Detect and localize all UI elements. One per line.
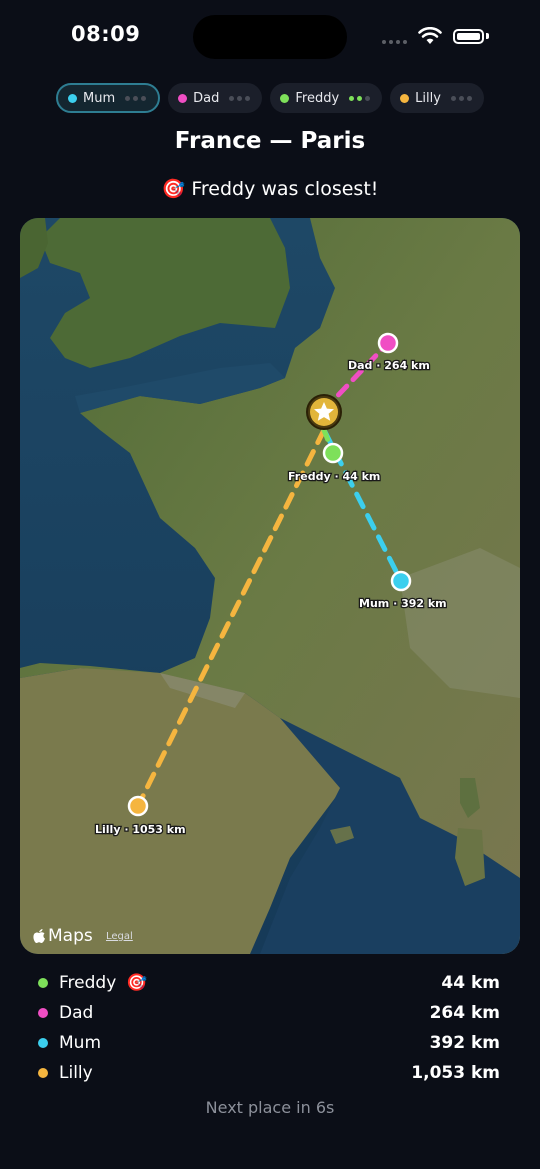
- score-name-cell: Lilly: [59, 1063, 411, 1083]
- player-chip-mum[interactable]: Mum: [56, 83, 161, 113]
- guess-pips: [125, 95, 147, 101]
- battery-tip: [486, 33, 489, 39]
- player-chip-label: Dad: [193, 90, 220, 106]
- freddy-color-dot: [280, 93, 290, 103]
- score-name-cell: Freddy 🎯: [59, 973, 441, 993]
- mum-color-dot: [68, 93, 77, 103]
- score-name: Lilly: [59, 1063, 93, 1083]
- score-row-lilly: Lilly 1,053 km: [38, 1058, 500, 1088]
- round-title: France — Paris: [174, 128, 366, 154]
- guess-pips: [450, 95, 472, 101]
- cellular-signal-icon: [382, 40, 407, 44]
- mum-distance-label: Mum · 392 km: [359, 597, 447, 610]
- battery-icon: [453, 29, 484, 44]
- score-row-mum: Mum 392 km: [38, 1028, 500, 1058]
- score-name: Mum: [59, 1033, 102, 1053]
- lilly-guess-marker[interactable]: [127, 795, 149, 817]
- score-distance: 44 km: [441, 973, 500, 993]
- status-time: 08:09: [71, 22, 141, 46]
- wifi-icon: [418, 27, 442, 44]
- apple-logo-icon: [33, 929, 45, 943]
- target-emoji-icon: 🎯: [126, 973, 148, 993]
- guess-pips: [229, 95, 251, 101]
- dad-guess-marker[interactable]: [377, 332, 399, 354]
- guess-pips: [349, 95, 371, 101]
- freddy-guess-marker[interactable]: [322, 442, 344, 464]
- score-name: Dad: [59, 1003, 94, 1023]
- dad-color-dot: [38, 1008, 48, 1018]
- score-distance: 1,053 km: [411, 1063, 500, 1083]
- next-round-countdown: Next place in 6s: [205, 1098, 335, 1117]
- lilly-distance-label: Lilly · 1053 km: [95, 823, 186, 836]
- maps-brand-text: Maps: [48, 926, 93, 946]
- player-chip-label: Freddy: [295, 90, 340, 106]
- player-chip-freddy[interactable]: Freddy: [270, 83, 383, 113]
- lilly-color-dot: [38, 1068, 48, 1078]
- score-name: Freddy: [59, 973, 117, 993]
- mum-guess-marker[interactable]: [390, 570, 412, 592]
- score-name-cell: Dad: [59, 1003, 430, 1023]
- player-chip-label: Lilly: [415, 90, 441, 106]
- score-row-dad: Dad 264 km: [38, 998, 500, 1028]
- status-bar: 08:09: [0, 0, 540, 76]
- scoreboard: Freddy 🎯 44 km Dad 264 km Mum 392 km Lil…: [38, 968, 500, 1088]
- score-distance: 264 km: [429, 1003, 500, 1023]
- round-result: 🎯 Freddy was closest!: [0, 177, 540, 200]
- target-emoji-icon: 🎯: [161, 178, 186, 200]
- dynamic-island: [193, 15, 347, 59]
- freddy-distance-label: Freddy · 44 km: [288, 470, 380, 483]
- player-chip-lilly[interactable]: Lilly: [390, 83, 484, 113]
- player-chip-label: Mum: [83, 90, 116, 106]
- lilly-color-dot: [400, 93, 410, 103]
- dad-distance-label: Dad · 264 km: [348, 359, 430, 372]
- map-view[interactable]: Dad · 264 km Freddy · 44 km Mum · 392 km…: [20, 218, 520, 954]
- score-row-freddy: Freddy 🎯 44 km: [38, 968, 500, 998]
- player-chip-dad[interactable]: Dad: [168, 83, 263, 113]
- score-name-cell: Mum: [59, 1033, 430, 1053]
- maps-brand: Maps: [32, 926, 93, 946]
- legal-link[interactable]: Legal: [106, 931, 133, 942]
- player-chips: Mum Dad Freddy Lilly: [56, 83, 484, 113]
- satellite-map[interactable]: Dad · 264 km Freddy · 44 km Mum · 392 km…: [20, 218, 520, 954]
- round-result-text: Freddy was closest!: [191, 178, 379, 200]
- mum-color-dot: [38, 1038, 48, 1048]
- score-distance: 392 km: [429, 1033, 500, 1053]
- star-icon: [306, 394, 342, 430]
- dad-color-dot: [178, 93, 188, 103]
- freddy-color-dot: [38, 978, 48, 988]
